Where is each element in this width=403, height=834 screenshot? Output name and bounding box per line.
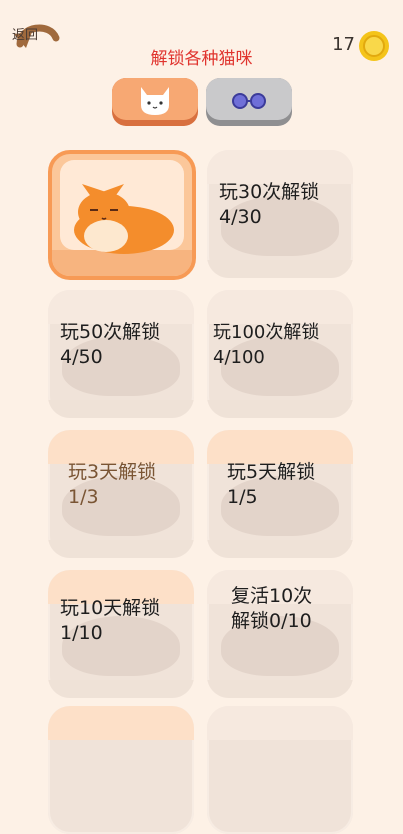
locked-cat-card[interactable]: 玩100次解锁 4/100 <box>207 290 353 418</box>
locked-cat-card[interactable]: 玩10天解锁 1/10 <box>48 570 194 698</box>
unlock-requirement: 玩10天解锁 1/10 <box>60 597 161 644</box>
tab-cats[interactable] <box>112 78 198 126</box>
cat-card-orange[interactable] <box>48 150 196 280</box>
locked-cat-card[interactable]: 玩3天解锁 1/3 <box>48 430 194 558</box>
unlock-requirement: 玩50次解锁 4/50 <box>60 321 161 368</box>
tab-accessories[interactable] <box>206 78 292 126</box>
back-label: 返回 <box>12 28 39 43</box>
unlock-requirement: 复活10次 解锁0/10 <box>231 585 313 632</box>
locked-cat-card[interactable]: 玩5天解锁 1/5 <box>207 430 353 558</box>
coin-count: 17 <box>332 34 355 55</box>
locked-cat-card[interactable]: 复活10次 解锁0/10 <box>207 570 353 698</box>
orange-cat-icon <box>74 184 174 254</box>
unlock-requirement: 玩3天解锁 1/3 <box>68 461 157 508</box>
locked-cat-card[interactable] <box>48 706 194 834</box>
coin-icon <box>359 31 389 61</box>
locked-cat-card[interactable]: 玩30次解锁 4/30 <box>207 150 353 278</box>
cat-face-icon <box>141 87 169 115</box>
unlock-requirement: 玩100次解锁 4/100 <box>213 322 320 368</box>
unlock-requirement: 玩5天解锁 1/5 <box>227 461 316 508</box>
glasses-icon <box>232 93 266 109</box>
unlock-requirement: 玩30次解锁 4/30 <box>219 181 320 228</box>
locked-cat-card[interactable]: 玩50次解锁 4/50 <box>48 290 194 418</box>
locked-cat-card[interactable] <box>207 706 353 834</box>
